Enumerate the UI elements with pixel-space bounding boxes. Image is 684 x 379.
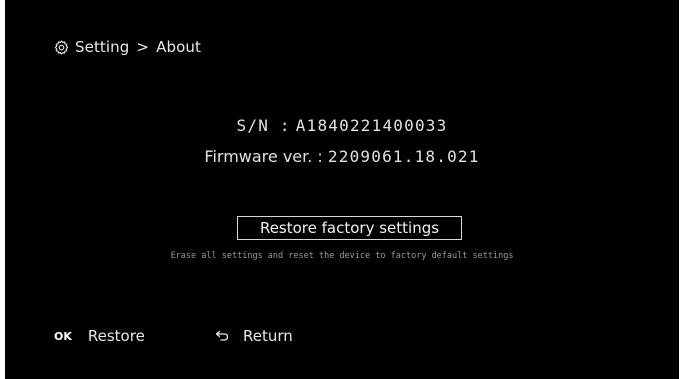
serial-number-line: S/N : A1840221400033 <box>5 116 679 135</box>
ok-key-label: OK <box>54 329 72 343</box>
serial-number-value: A1840221400033 <box>295 116 448 135</box>
restore-hint: Erase all settings and reset the device … <box>170 251 514 261</box>
device-screen: Setting > About S/N : A1840221400033 Fir… <box>5 0 679 379</box>
serial-number-label: S/N : <box>236 116 291 135</box>
ok-action-label: Restore <box>87 327 145 345</box>
breadcrumb-page: About <box>156 38 201 56</box>
footer-return[interactable]: Return <box>215 325 293 347</box>
breadcrumb-separator: > <box>136 38 150 56</box>
gear-icon <box>54 39 69 55</box>
firmware-version-value: 2209061.18.021 <box>327 147 480 166</box>
return-arrow-icon <box>215 330 229 341</box>
restore-factory-settings-button[interactable]: Restore factory settings <box>237 216 462 240</box>
firmware-version-label: Firmware ver. : <box>204 147 323 166</box>
breadcrumb-section[interactable]: Setting <box>75 38 129 56</box>
breadcrumb: Setting > About <box>54 36 201 58</box>
footer-ok-restore[interactable]: OK Restore <box>54 325 145 347</box>
return-action-label: Return <box>243 327 293 345</box>
firmware-version-line: Firmware ver. : 2209061.18.021 <box>5 147 679 166</box>
